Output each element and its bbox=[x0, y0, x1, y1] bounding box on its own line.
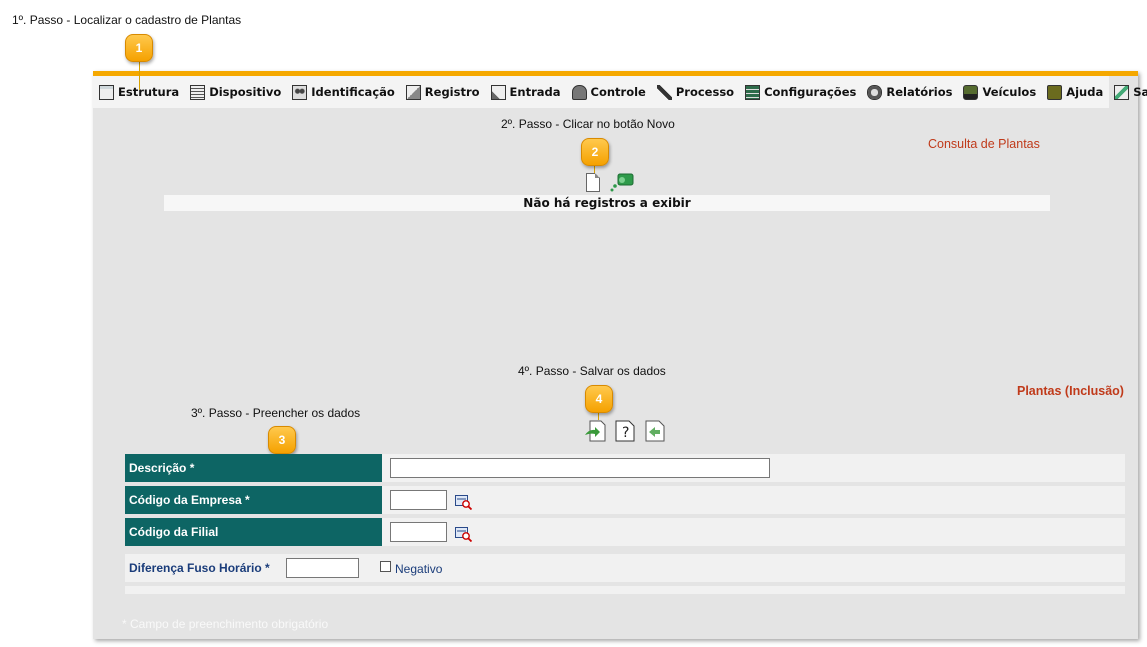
help-icon bbox=[1047, 84, 1063, 100]
register-icon bbox=[405, 84, 421, 100]
callout-2: 2 bbox=[581, 138, 609, 166]
lock-report-icon bbox=[867, 84, 883, 100]
step-3-text: 3º. Passo - Preencher os dados bbox=[191, 406, 361, 420]
inclusao-title: Plantas (Inclusão) bbox=[1017, 384, 1124, 398]
device-icon bbox=[190, 84, 206, 100]
menu-label: Processo bbox=[675, 85, 735, 99]
callout-3: 3 bbox=[268, 426, 296, 454]
field-row-codigo-empresa: Código da Empresa * bbox=[125, 486, 1125, 514]
empresa-lookup-icon[interactable] bbox=[455, 495, 472, 510]
menu-label: Dispositivo bbox=[209, 85, 282, 99]
svg-text:?: ? bbox=[622, 425, 629, 441]
tools-icon bbox=[656, 84, 672, 100]
codigo-filial-label: Código da Filial bbox=[125, 518, 382, 546]
new-record-button[interactable] bbox=[586, 173, 600, 192]
menu-label: Configurações bbox=[764, 85, 857, 99]
step-1-text: 1º. Passo - Localizar o cadastro de Plan… bbox=[12, 13, 242, 27]
callout-1: 1 bbox=[125, 34, 153, 62]
codigo-empresa-input[interactable] bbox=[390, 490, 447, 510]
field-row-fuso bbox=[125, 554, 1125, 582]
people-icon bbox=[292, 84, 308, 100]
filial-lookup-icon[interactable] bbox=[455, 527, 472, 542]
structure-icon bbox=[99, 84, 114, 100]
consulta-title: Consulta de Plantas bbox=[928, 137, 1040, 151]
menu-item-processo[interactable]: Processo bbox=[651, 81, 739, 103]
fuso-input[interactable] bbox=[286, 558, 359, 578]
negativo-checkbox[interactable] bbox=[380, 561, 391, 572]
control-icon bbox=[571, 84, 587, 100]
menu-label: Relatórios bbox=[886, 85, 953, 99]
menu-item-identificacao[interactable]: Identificação bbox=[286, 81, 400, 103]
cancel-button[interactable] bbox=[644, 419, 666, 443]
menu-label: Veículos bbox=[982, 85, 1037, 99]
form-bottom-strip bbox=[125, 586, 1125, 594]
menu-item-entrada[interactable]: Entrada bbox=[485, 81, 566, 103]
exit-icon bbox=[1114, 84, 1130, 100]
menu-item-dispositivo[interactable]: Dispositivo bbox=[184, 81, 286, 103]
menu-label: Registro bbox=[424, 85, 480, 99]
filter-search-icon[interactable] bbox=[609, 172, 635, 194]
menu-item-configuracoes[interactable]: Configurações bbox=[739, 81, 861, 103]
step-4-text: 4º. Passo - Salvar os dados bbox=[518, 364, 666, 378]
main-menu: Estrutura Dispositivo Identificação Regi… bbox=[93, 76, 1147, 108]
menu-item-sair[interactable]: Sair bbox=[1108, 81, 1147, 103]
vehicle-icon bbox=[963, 84, 979, 100]
settings-icon bbox=[745, 84, 761, 100]
required-fields-note: * Campo de preenchimento obrigatório bbox=[122, 617, 329, 631]
fuso-label: Diferença Fuso Horário * bbox=[129, 561, 270, 575]
field-row-codigo-filial: Código da Filial bbox=[125, 518, 1125, 546]
descricao-input[interactable] bbox=[390, 458, 770, 478]
callout-1-leader bbox=[139, 60, 140, 90]
callout-4: 4 bbox=[585, 385, 613, 413]
menu-item-ajuda[interactable]: Ajuda bbox=[1041, 81, 1108, 103]
negativo-label: Negativo bbox=[395, 562, 443, 576]
save-button[interactable] bbox=[584, 419, 608, 443]
descricao-label: Descrição * bbox=[125, 454, 382, 482]
menu-label: Ajuda bbox=[1066, 85, 1104, 99]
help-button[interactable]: ? bbox=[614, 419, 636, 443]
menu-item-relatorios[interactable]: Relatórios bbox=[861, 81, 957, 103]
empty-results-message: Não há registros a exibir bbox=[164, 195, 1050, 211]
menu-label: Identificação bbox=[311, 85, 395, 99]
step-2-text: 2º. Passo - Clicar no botão Novo bbox=[501, 117, 675, 131]
codigo-filial-input[interactable] bbox=[390, 522, 447, 542]
menu-item-registro[interactable]: Registro bbox=[400, 81, 485, 103]
codigo-empresa-label: Código da Empresa * bbox=[125, 486, 382, 514]
menu-label: Entrada bbox=[509, 85, 561, 99]
menu-label: Sair bbox=[1133, 85, 1147, 99]
menu-item-controle[interactable]: Controle bbox=[566, 81, 651, 103]
menu-label: Estrutura bbox=[118, 85, 180, 99]
menu-item-veiculos[interactable]: Veículos bbox=[957, 81, 1041, 103]
entry-icon bbox=[490, 84, 506, 100]
menu-label: Controle bbox=[590, 85, 646, 99]
